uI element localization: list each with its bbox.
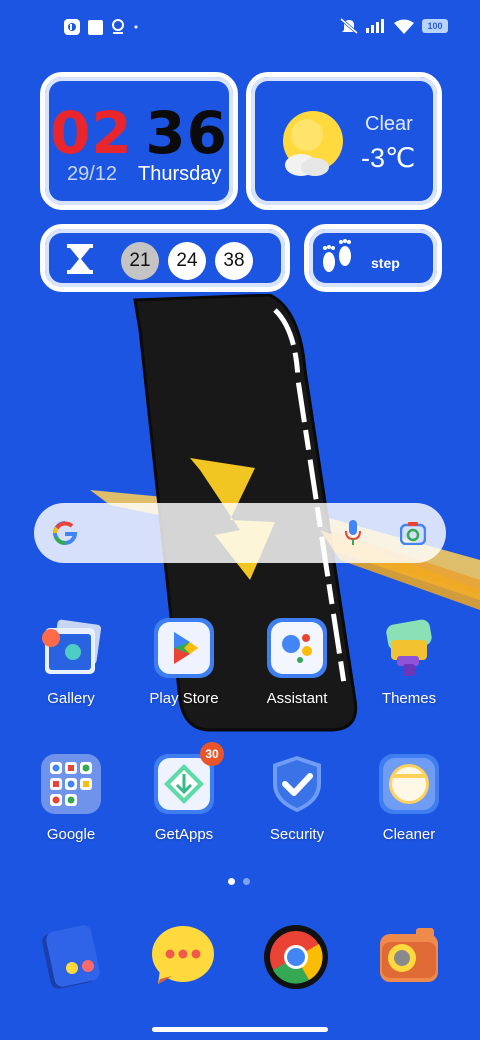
- app-security[interactable]: Security: [241, 754, 353, 843]
- chrome-icon: [264, 925, 328, 989]
- app-google-folder[interactable]: Google: [15, 754, 127, 843]
- messages-icon: [152, 926, 214, 984]
- clock-time: 02 36: [45, 99, 233, 167]
- app-assistant[interactable]: Assistant: [241, 618, 353, 707]
- step-label: step: [371, 255, 400, 271]
- phone-icon: [42, 925, 100, 989]
- app-notification-icon: [64, 19, 80, 35]
- app-label: Gallery: [47, 690, 95, 707]
- lens-icon[interactable]: [400, 521, 426, 545]
- cleaner-icon: [379, 754, 439, 814]
- app-getapps[interactable]: 30 GetApps: [128, 742, 240, 843]
- location-pin-icon: [112, 19, 124, 34]
- notification-badge: 30: [200, 742, 224, 766]
- clock-widget[interactable]: 02 36 29/12 Thursday: [40, 72, 238, 210]
- assistant-icon: [267, 618, 327, 678]
- clock-hour: 02: [49, 99, 133, 167]
- app-label: GetApps: [154, 826, 214, 843]
- hourglass-icon: [67, 244, 93, 274]
- clock-day: Thursday: [138, 163, 222, 185]
- page-dot[interactable]: [243, 878, 250, 885]
- mute-icon: [340, 18, 358, 34]
- google-g-icon: [53, 521, 78, 545]
- weather-temperature: -3℃: [361, 143, 416, 173]
- timer-number-3: 38: [215, 242, 253, 280]
- page-indicator[interactable]: [228, 878, 250, 885]
- security-icon: [267, 754, 327, 814]
- footprints-icon: [323, 239, 351, 272]
- wifi-icon: [394, 19, 414, 34]
- weather-widget[interactable]: Clear -3℃: [246, 72, 442, 210]
- dock-phone[interactable]: [38, 924, 104, 995]
- app-label: Themes: [381, 690, 437, 707]
- clock-minute: 36: [145, 99, 229, 167]
- square-notification-icon: [88, 19, 103, 35]
- dot-icon: [134, 25, 138, 29]
- status-bar: 100: [0, 0, 480, 56]
- status-left-icons: [64, 19, 139, 35]
- dock-camera[interactable]: [376, 924, 442, 995]
- signal-icon: [366, 19, 384, 33]
- weather-condition: Clear: [365, 113, 413, 135]
- app-label: Security: [269, 826, 325, 843]
- timer-number-2: 24: [168, 242, 206, 280]
- play-store-icon: [154, 618, 214, 678]
- app-play-store[interactable]: Play Store: [128, 618, 240, 707]
- themes-icon: [379, 618, 439, 678]
- app-label: Cleaner: [382, 826, 436, 843]
- status-right-icons: 100: [340, 18, 448, 34]
- app-label: Assistant: [266, 690, 328, 707]
- getapps-icon: 30: [154, 742, 224, 814]
- mic-icon[interactable]: [344, 520, 362, 546]
- dock-chrome[interactable]: [263, 924, 329, 995]
- app-gallery[interactable]: Gallery: [15, 618, 127, 707]
- battery-indicator: 100: [422, 19, 448, 33]
- app-label: Google: [46, 826, 96, 843]
- timer-widget[interactable]: 21 24 38: [40, 224, 290, 292]
- gesture-navigation-handle[interactable]: [152, 1027, 328, 1032]
- google-folder-icon: [41, 754, 101, 814]
- app-cleaner[interactable]: Cleaner: [353, 754, 465, 843]
- step-widget[interactable]: step: [304, 224, 442, 292]
- camera-icon: [380, 928, 438, 982]
- app-label: Play Store: [149, 690, 219, 707]
- gallery-icon: [41, 618, 102, 678]
- dock-messages[interactable]: [150, 924, 216, 995]
- google-search-bar[interactable]: [34, 503, 446, 563]
- sun-cloud-icon: [283, 111, 343, 176]
- timer-number-1: 21: [121, 242, 159, 280]
- page-dot-active[interactable]: [228, 878, 235, 885]
- clock-date: 29/12: [67, 163, 118, 185]
- app-themes[interactable]: Themes: [353, 618, 465, 707]
